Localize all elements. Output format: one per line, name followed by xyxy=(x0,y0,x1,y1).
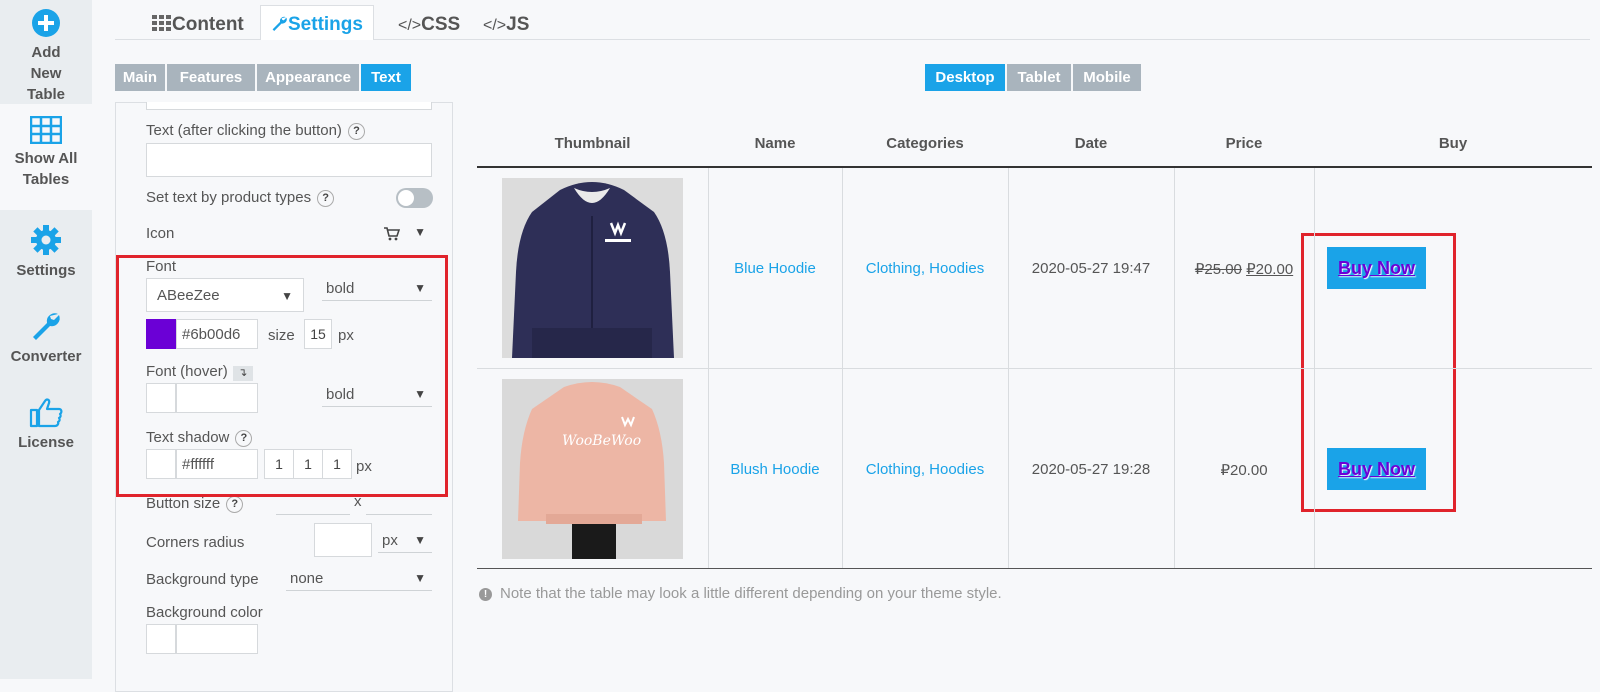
corners-unit-select[interactable]: px ▼ xyxy=(378,531,432,553)
column-header-date[interactable]: Date xyxy=(1008,135,1174,152)
column-divider xyxy=(1174,168,1175,568)
help-icon[interactable]: ? xyxy=(226,496,244,513)
product-categories-link[interactable]: Clothing, Hoodies xyxy=(842,260,1008,277)
hoodie-image xyxy=(502,178,683,358)
corners-radius-input[interactable] xyxy=(314,523,372,557)
wrench-icon xyxy=(272,16,287,31)
nav-label: Add New Table xyxy=(26,44,66,103)
chevron-down-icon: ▼ xyxy=(414,225,426,239)
column-header-name[interactable]: Name xyxy=(708,135,842,152)
table-grid-icon xyxy=(30,116,62,144)
hoodie-image: WooBeWoo xyxy=(502,379,683,559)
corners-radius-label: Corners radius xyxy=(146,534,245,551)
icon-label: Icon xyxy=(146,225,175,242)
corners-unit-value: px xyxy=(382,532,398,549)
device-tab-desktop[interactable]: Desktop xyxy=(925,64,1005,91)
nav-label: Settings xyxy=(16,262,76,279)
nav-label: Converter xyxy=(10,348,82,365)
buy-now-button[interactable]: Buy Now xyxy=(1327,448,1426,490)
column-header-price[interactable]: Price xyxy=(1174,135,1314,152)
cart-icon xyxy=(384,227,400,241)
background-type-value: none xyxy=(290,570,324,587)
subtab-appearance[interactable]: Appearance xyxy=(257,64,359,91)
tab-label: CSS xyxy=(421,14,461,35)
tab-label: Settings xyxy=(288,14,363,35)
product-date: 2020-05-27 19:28 xyxy=(1031,461,1151,478)
background-color-label: Background color xyxy=(146,604,263,621)
product-categories-link[interactable]: Clothing, Hoodies xyxy=(842,461,1008,478)
nav-converter[interactable]: Converter xyxy=(0,310,92,374)
tab-label: JS xyxy=(506,14,530,35)
column-divider xyxy=(1008,168,1009,568)
subtab-main[interactable]: Main xyxy=(115,64,165,91)
column-divider xyxy=(842,168,843,568)
label-text: Text (after clicking the button) xyxy=(146,122,342,139)
product-name-link[interactable]: Blush Hoodie xyxy=(708,461,842,478)
chevron-down-icon: ▼ xyxy=(414,533,426,547)
icon-select[interactable]: ▼ xyxy=(384,224,432,244)
tab-css[interactable]: </>CSS xyxy=(388,6,470,42)
background-color-input[interactable] xyxy=(176,624,258,654)
chevron-down-icon: ▼ xyxy=(414,571,426,585)
code-icon: </> xyxy=(483,17,507,34)
text-after-click-input[interactable] xyxy=(146,143,432,177)
button-size-label: Button size? xyxy=(146,495,244,513)
text-after-click-label: Text (after clicking the button)? xyxy=(146,122,365,140)
subtab-features[interactable]: Features xyxy=(167,64,255,91)
tab-label: Content xyxy=(172,14,244,35)
column-header-categories[interactable]: Categories xyxy=(842,135,1008,152)
buy-now-button[interactable]: Buy Now xyxy=(1327,247,1426,289)
product-thumbnail-blue-hoodie[interactable] xyxy=(502,178,683,358)
set-text-by-types-label: Set text by product types? xyxy=(146,189,335,207)
tab-content[interactable]: Content xyxy=(142,6,254,42)
label-text: Set text by product types xyxy=(146,189,312,206)
theme-note: ! Note that the table may look a little d… xyxy=(479,585,1002,602)
font-settings-highlight xyxy=(116,255,448,497)
nav-add-new-table[interactable]: Add New Table xyxy=(0,8,92,103)
thumbs-up-icon xyxy=(29,398,63,428)
product-thumbnail-blush-hoodie[interactable]: WooBeWoo xyxy=(502,379,683,559)
info-icon: ! xyxy=(479,588,492,601)
help-icon[interactable]: ? xyxy=(347,123,365,140)
price-sale: ₽20.00 xyxy=(1246,261,1294,278)
label-text: Button size xyxy=(146,495,221,512)
nav-show-all-tables[interactable]: Show All Tables xyxy=(0,104,92,210)
background-type-select[interactable]: none ▼ xyxy=(286,569,432,591)
nav-label: License xyxy=(18,434,74,451)
nav-license[interactable]: License xyxy=(0,396,92,460)
column-divider xyxy=(708,168,709,568)
device-tab-tablet[interactable]: Tablet xyxy=(1007,64,1071,91)
note-text: Note that the table may look a little di… xyxy=(500,585,1002,602)
tab-js[interactable]: </>JS xyxy=(473,6,539,42)
product-price: ₽20.00 xyxy=(1220,462,1268,479)
toggle-knob xyxy=(398,190,414,206)
tab-settings[interactable]: Settings xyxy=(260,5,374,40)
product-date: 2020-05-27 19:47 xyxy=(1031,260,1151,277)
row-divider xyxy=(477,368,1592,369)
previous-text-field[interactable] xyxy=(146,102,432,110)
wrench-icon xyxy=(33,313,60,340)
column-header-buy[interactable]: Buy xyxy=(1314,135,1592,152)
left-nav: Add New Table Show All Tables Settings C… xyxy=(0,0,92,679)
set-text-by-types-toggle[interactable] xyxy=(396,188,433,208)
svg-text:WooBeWoo: WooBeWoo xyxy=(562,433,641,449)
subtab-text[interactable]: Text xyxy=(361,64,411,91)
plus-circle-icon xyxy=(32,9,60,37)
column-header-thumbnail[interactable]: Thumbnail xyxy=(477,135,708,152)
table-header-border xyxy=(477,166,1592,168)
price-old: ₽25.00 xyxy=(1194,261,1242,278)
gear-icon xyxy=(31,225,61,255)
code-icon: </> xyxy=(398,17,422,34)
help-icon[interactable]: ? xyxy=(317,190,335,207)
background-type-label: Background type xyxy=(146,571,259,588)
table-bottom-border xyxy=(477,568,1592,569)
nav-settings[interactable]: Settings xyxy=(0,224,92,288)
nav-label: Show All Tables xyxy=(14,150,78,188)
grid-icon xyxy=(152,15,171,31)
device-tab-mobile[interactable]: Mobile xyxy=(1073,64,1141,91)
product-name-link[interactable]: Blue Hoodie xyxy=(708,260,842,277)
product-price: ₽25.00 ₽20.00 xyxy=(1174,260,1314,278)
background-color-swatch[interactable] xyxy=(146,624,176,654)
column-divider xyxy=(1314,168,1315,568)
